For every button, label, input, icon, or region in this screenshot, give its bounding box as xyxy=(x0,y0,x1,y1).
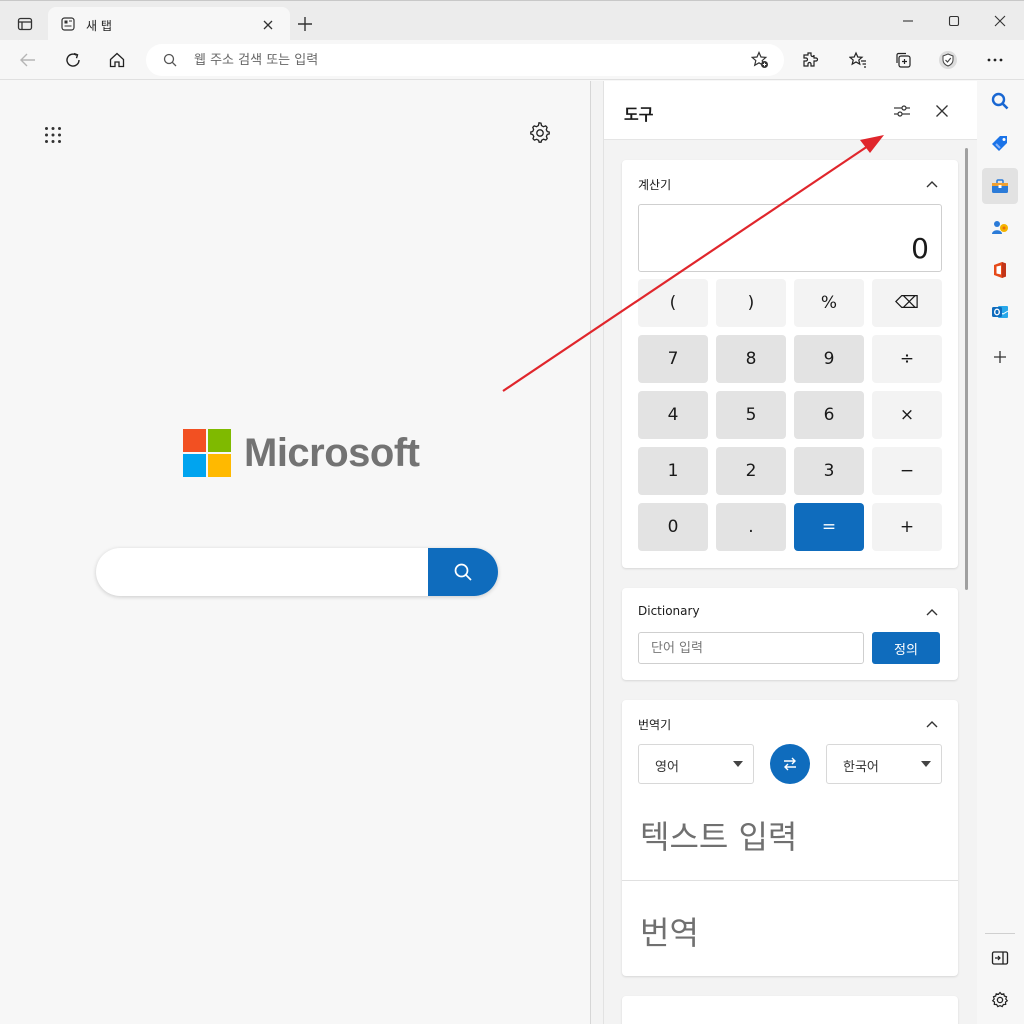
more-menu-button[interactable] xyxy=(979,44,1011,76)
calculator-title: 계산기 xyxy=(638,178,672,192)
browser-essentials-button[interactable] xyxy=(932,44,964,76)
calc-key-1[interactable]: 1 xyxy=(638,447,708,495)
tab-actions-icon[interactable] xyxy=(12,11,38,37)
calc-key-open-paren[interactable]: ( xyxy=(638,279,708,327)
collapse-calculator-chevron-up-icon[interactable] xyxy=(920,172,944,196)
collections-button[interactable] xyxy=(887,44,919,76)
sidebar-hide-panel-icon[interactable] xyxy=(982,940,1018,976)
calculator-card: 계산기 0 ( ) % ⌫ 7 8 9 ÷ 4 5 6 × 1 2 3 − 0 … xyxy=(622,160,958,568)
web-search-button[interactable] xyxy=(428,548,498,596)
close-window-button[interactable] xyxy=(977,1,1023,41)
calc-key-plus[interactable]: + xyxy=(872,503,942,551)
app-launcher-icon[interactable] xyxy=(39,121,67,149)
add-favorite-icon[interactable] xyxy=(750,50,770,70)
swap-languages-button[interactable] xyxy=(770,744,810,784)
calc-key-2[interactable]: 2 xyxy=(716,447,786,495)
maximize-button[interactable] xyxy=(931,1,977,41)
sidebar-search-icon[interactable] xyxy=(982,83,1018,119)
calculator-display-value: 0 xyxy=(911,232,929,265)
refresh-button[interactable] xyxy=(57,44,89,76)
calculator-keypad: ( ) % ⌫ 7 8 9 ÷ 4 5 6 × 1 2 3 − 0 . = + xyxy=(638,279,942,551)
calc-key-close-paren[interactable]: ) xyxy=(716,279,786,327)
sidebar-games-icon[interactable] xyxy=(982,210,1018,246)
calc-key-7[interactable]: 7 xyxy=(638,335,708,383)
sidebar-shopping-tag-icon[interactable] xyxy=(982,126,1018,162)
close-tab-icon[interactable] xyxy=(260,17,276,33)
dictionary-title: Dictionary xyxy=(638,604,700,618)
sidebar-divider xyxy=(985,933,1015,934)
sidebar-settings-gear-icon[interactable] xyxy=(982,982,1018,1018)
sidebar-office-icon[interactable] xyxy=(982,252,1018,288)
address-bar[interactable] xyxy=(146,44,784,76)
translator-title: 번역기 xyxy=(638,718,672,732)
calc-key-minus[interactable]: − xyxy=(872,447,942,495)
title-bar: 새 탭 xyxy=(0,0,1024,42)
tools-panel-header: 도구 xyxy=(603,81,977,140)
dictionary-card: Dictionary 정의 xyxy=(622,588,958,680)
close-panel-button[interactable] xyxy=(926,95,958,127)
search-icon xyxy=(162,52,178,68)
calc-key-divide[interactable]: ÷ xyxy=(872,335,942,383)
collapse-translator-chevron-up-icon[interactable] xyxy=(920,712,944,736)
calc-key-decimal[interactable]: . xyxy=(716,503,786,551)
calc-key-equals[interactable]: = xyxy=(794,503,864,551)
microsoft-logo: Microsoft xyxy=(183,429,420,477)
calc-key-0[interactable]: 0 xyxy=(638,503,708,551)
extensions-button[interactable] xyxy=(794,44,826,76)
tools-panel-scrollbar[interactable] xyxy=(965,148,968,590)
dictionary-define-button[interactable]: 정의 xyxy=(872,632,940,664)
calc-key-6[interactable]: 6 xyxy=(794,391,864,439)
address-input[interactable] xyxy=(194,44,734,76)
sidebar-outlook-icon[interactable] xyxy=(982,294,1018,330)
source-language-select[interactable]: 영어 xyxy=(638,744,754,784)
toolbar xyxy=(0,40,1024,80)
edge-sidebar xyxy=(977,81,1024,1024)
sidebar-add-plus-icon[interactable] xyxy=(982,339,1018,375)
collapse-dictionary-chevron-up-icon[interactable] xyxy=(920,600,944,624)
web-search-box[interactable] xyxy=(96,548,498,596)
translator-output: 번역 xyxy=(640,914,699,952)
tab-title: 새 탭 xyxy=(86,19,112,33)
page-settings-gear-icon[interactable] xyxy=(526,119,554,147)
calc-key-8[interactable]: 8 xyxy=(716,335,786,383)
new-tab-page: Microsoft xyxy=(0,81,590,1024)
calculator-display: 0 xyxy=(638,204,942,272)
new-tab-plus-icon[interactable] xyxy=(294,13,316,35)
calc-key-3[interactable]: 3 xyxy=(794,447,864,495)
calc-key-4[interactable]: 4 xyxy=(638,391,708,439)
translator-card: 번역기 영어 한국어 텍스트 입력 번역 xyxy=(622,700,958,976)
sliders-icon xyxy=(894,105,910,117)
translator-divider xyxy=(622,880,958,881)
search-icon xyxy=(454,563,472,581)
tools-panel: 도구 계산기 0 ( ) % ⌫ 7 8 9 ÷ 4 5 6 × 1 2 3 −… xyxy=(590,81,977,1024)
source-language-label: 영어 xyxy=(655,760,679,775)
swap-arrows-icon xyxy=(784,757,796,771)
calc-key-percent[interactable]: % xyxy=(794,279,864,327)
microsoft-logo-text: Microsoft xyxy=(244,430,420,475)
dictionary-word-input[interactable] xyxy=(638,632,864,664)
dropdown-caret-icon xyxy=(921,761,931,767)
microsoft-logo-icon xyxy=(183,429,231,477)
customize-tools-button[interactable] xyxy=(886,95,918,127)
calc-key-5[interactable]: 5 xyxy=(716,391,786,439)
close-icon xyxy=(936,105,948,117)
favorites-button[interactable] xyxy=(842,44,874,76)
calc-key-multiply[interactable]: × xyxy=(872,391,942,439)
translator-text-input[interactable]: 텍스트 입력 xyxy=(640,812,797,858)
tab-new-tab[interactable]: 새 탭 xyxy=(48,7,290,42)
web-search-input[interactable] xyxy=(116,548,416,596)
target-language-select[interactable]: 한국어 xyxy=(826,744,942,784)
home-button[interactable] xyxy=(101,44,133,76)
dropdown-caret-icon xyxy=(733,761,743,767)
target-language-label: 한국어 xyxy=(843,760,879,775)
back-button[interactable] xyxy=(12,44,44,76)
tools-panel-title: 도구 xyxy=(624,105,654,124)
calc-key-backspace-icon[interactable]: ⌫ xyxy=(872,279,942,327)
sidebar-tools-toolbox-icon[interactable] xyxy=(982,168,1018,204)
new-tab-page-icon xyxy=(60,16,76,32)
next-tool-card xyxy=(622,996,958,1024)
minimize-button[interactable] xyxy=(885,1,931,41)
calc-key-9[interactable]: 9 xyxy=(794,335,864,383)
